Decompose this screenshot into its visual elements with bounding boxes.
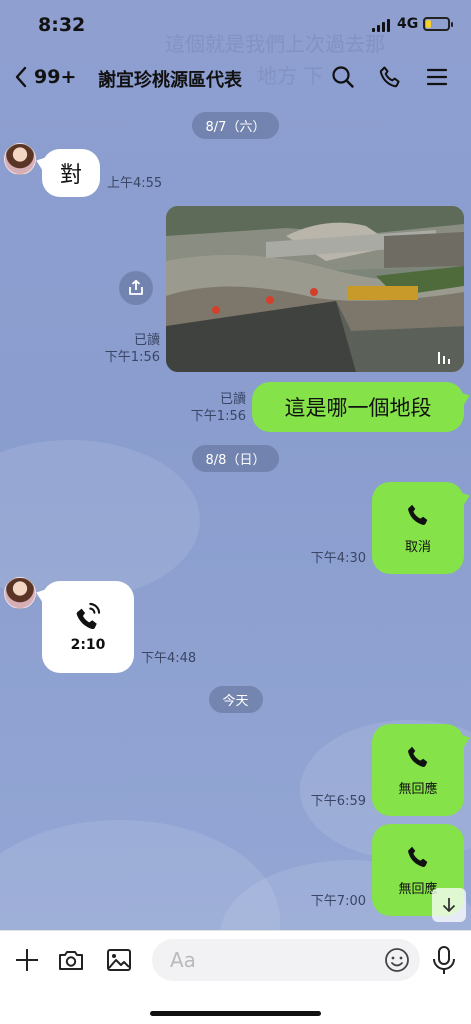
incoming-message[interactable]: 對 — [42, 149, 100, 197]
camera-icon — [59, 951, 83, 970]
microphone-icon — [433, 946, 455, 974]
message-input[interactable] — [152, 939, 420, 981]
back-button[interactable]: 99+ — [14, 62, 76, 92]
camera-button[interactable] — [56, 945, 86, 975]
call-status-label: 無回應 — [398, 781, 438, 797]
plus-icon — [16, 949, 38, 971]
battery-icon — [423, 17, 453, 31]
call-button[interactable] — [375, 62, 405, 92]
message-time: 下午1:56 — [190, 409, 246, 424]
battery-level — [426, 20, 431, 28]
call-duration: 2:10 — [70, 637, 106, 653]
landslide-photo — [166, 206, 464, 372]
menu-button[interactable] — [422, 62, 452, 92]
photo-message[interactable] — [166, 206, 464, 372]
emoji-button[interactable] — [384, 947, 410, 973]
voice-button[interactable] — [430, 945, 458, 975]
call-record-no-answer[interactable]: 無回應 — [372, 724, 464, 816]
share-icon — [129, 279, 143, 295]
call-record-cancelled[interactable]: 取消 — [372, 482, 464, 574]
phone-icon — [408, 846, 428, 867]
arrow-down-icon — [442, 898, 456, 912]
phone-call-icon — [76, 602, 101, 629]
message-input-bar — [0, 930, 471, 1024]
gallery-button[interactable] — [104, 945, 134, 975]
status-bar: 8:32 4G — [0, 0, 471, 50]
signal-icon — [372, 19, 392, 32]
message-time: 下午4:48 — [141, 651, 197, 666]
phone-icon — [408, 746, 428, 767]
message-time: 下午4:30 — [310, 551, 366, 566]
home-indicator — [150, 1011, 321, 1016]
scroll-to-bottom-button[interactable] — [432, 888, 466, 922]
read-receipt: 已讀 — [219, 392, 246, 407]
chevron-left-icon — [15, 66, 27, 88]
phone-icon — [408, 504, 428, 525]
menu-icon — [426, 68, 448, 86]
image-icon — [107, 949, 131, 971]
emoji-icon — [385, 948, 409, 972]
read-receipt: 已讀 — [133, 333, 160, 348]
chat-header: 99+ 謝宜珍桃源區代表 — [0, 56, 471, 100]
message-time: 下午1:56 — [104, 350, 160, 365]
avatar[interactable] — [4, 143, 36, 175]
network-type: 4G — [397, 16, 419, 32]
avatar[interactable] — [4, 577, 36, 609]
search-button[interactable] — [328, 62, 358, 92]
message-time: 上午4:55 — [107, 176, 163, 191]
chat-title[interactable]: 謝宜珍桃源區代表 — [98, 66, 242, 92]
date-separator: 8/7（六） — [191, 112, 280, 139]
message-time: 下午7:00 — [310, 894, 366, 909]
call-record-incoming[interactable]: 2:10 — [42, 581, 134, 673]
unread-count: 99+ — [34, 66, 77, 88]
search-icon — [332, 66, 354, 88]
message-time: 下午6:59 — [310, 794, 366, 809]
outgoing-message[interactable]: 這是哪一個地段 — [252, 382, 464, 432]
phone-icon — [379, 66, 400, 88]
status-time: 8:32 — [38, 14, 86, 36]
date-separator: 8/8（日） — [191, 445, 280, 472]
add-button[interactable] — [12, 945, 42, 975]
date-separator: 今天 — [208, 686, 263, 713]
share-button[interactable] — [119, 271, 153, 305]
call-status-label: 取消 — [404, 539, 431, 555]
